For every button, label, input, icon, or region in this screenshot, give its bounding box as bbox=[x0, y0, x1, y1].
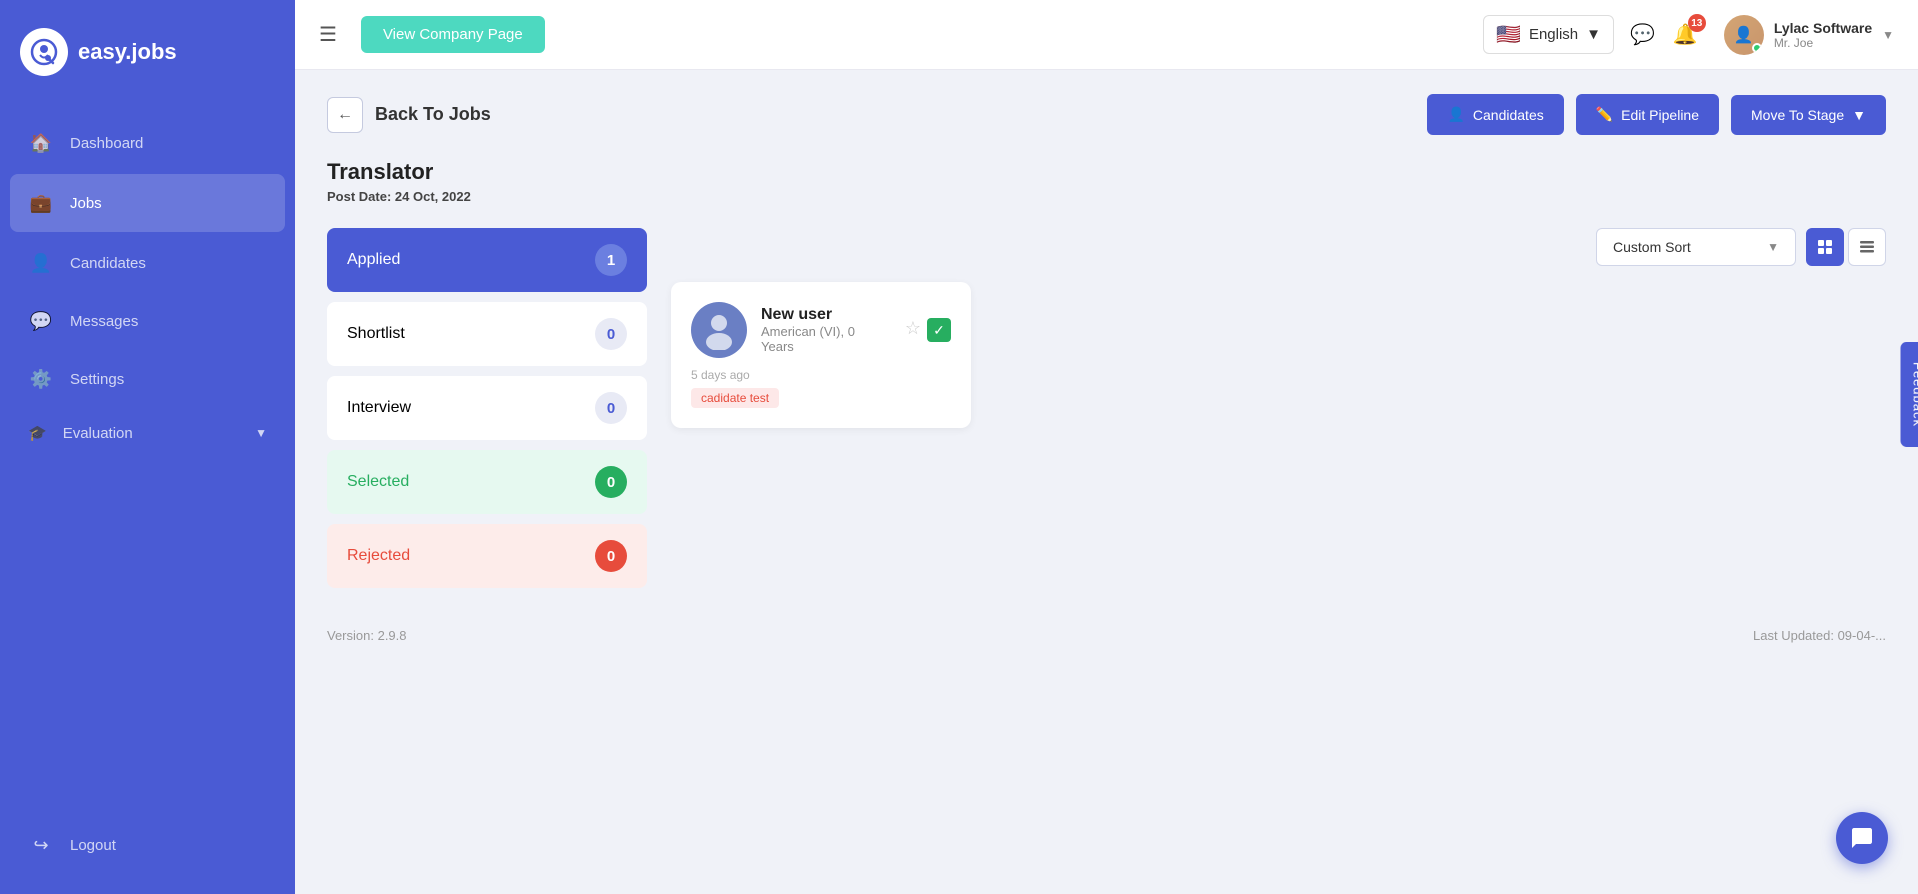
online-dot bbox=[1752, 43, 1762, 53]
candidate-time: 5 days ago bbox=[691, 368, 951, 382]
topbar: ☰ View Company Page 🇺🇸 English ▼ 💬 🔔 13 … bbox=[295, 0, 1918, 70]
avatar: 👤 bbox=[1724, 15, 1764, 55]
messages-icon: 💬 bbox=[28, 308, 54, 334]
user-company: Lylac Software bbox=[1774, 20, 1872, 36]
candidates-button[interactable]: 👤 Candidates bbox=[1427, 94, 1563, 135]
content-header: ← Back To Jobs 👤 Candidates ✏️ Edit Pipe… bbox=[327, 94, 1886, 135]
sort-select[interactable]: Custom Sort ▼ bbox=[1596, 228, 1796, 266]
home-icon: 🏠 bbox=[28, 130, 54, 156]
job-info: Translator Post Date: 24 Oct, 2022 bbox=[327, 159, 1886, 204]
chat-bubble-button[interactable] bbox=[1836, 812, 1888, 864]
candidate-tag: cadidate test bbox=[691, 388, 779, 408]
job-postdate: Post Date: 24 Oct, 2022 bbox=[327, 189, 1886, 204]
candidate-card: New user American (VI), 0 Years ☆ ✓ 5 bbox=[671, 282, 971, 428]
check-icon[interactable]: ✓ bbox=[927, 318, 951, 342]
candidates-panel: Custom Sort ▼ bbox=[671, 228, 1886, 428]
stage-selected[interactable]: Selected 0 bbox=[327, 450, 647, 514]
sidebar-item-logout[interactable]: ↪ Logout bbox=[0, 816, 295, 874]
sidebar: easy.jobs 🏠 Dashboard 💼 Jobs 👤 Candidate… bbox=[0, 0, 295, 894]
candidates-toolbar: Custom Sort ▼ bbox=[671, 228, 1886, 266]
main-area: ☰ View Company Page 🇺🇸 English ▼ 💬 🔔 13 … bbox=[295, 0, 1918, 894]
sidebar-item-jobs[interactable]: 💼 Jobs bbox=[10, 174, 285, 232]
notifications-icon[interactable]: 🔔 13 bbox=[1673, 22, 1698, 47]
app-name: easy.jobs bbox=[78, 39, 177, 65]
candidates-btn-icon: 👤 bbox=[1447, 106, 1464, 123]
sidebar-item-settings[interactable]: ⚙️ Settings bbox=[0, 350, 295, 408]
sidebar-item-messages[interactable]: 💬 Messages bbox=[0, 292, 295, 350]
sidebar-item-candidates[interactable]: 👤 Candidates bbox=[0, 234, 295, 292]
language-chevron-icon: ▼ bbox=[1586, 26, 1601, 43]
sidebar-logo: easy.jobs bbox=[0, 0, 295, 104]
move-to-stage-button[interactable]: Move To Stage ▼ bbox=[1731, 95, 1886, 135]
settings-icon: ⚙️ bbox=[28, 366, 54, 392]
stage-applied[interactable]: Applied 1 bbox=[327, 228, 647, 292]
flag-icon: 🇺🇸 bbox=[1496, 22, 1521, 47]
view-company-button[interactable]: View Company Page bbox=[361, 16, 545, 53]
star-icon[interactable]: ☆ bbox=[905, 318, 921, 342]
job-title: Translator bbox=[327, 159, 1886, 185]
user-name: Mr. Joe bbox=[1774, 36, 1872, 50]
sort-label: Custom Sort bbox=[1613, 239, 1691, 255]
view-toggle bbox=[1806, 228, 1886, 266]
sidebar-nav: 🏠 Dashboard 💼 Jobs 👤 Candidates 💬 Messag… bbox=[0, 104, 295, 796]
evaluation-icon: 🎓 bbox=[28, 424, 47, 442]
sort-chevron-icon: ▼ bbox=[1767, 240, 1779, 254]
candidate-location: American (VI), 0 Years bbox=[761, 324, 891, 354]
user-menu[interactable]: 👤 Lylac Software Mr. Joe ▼ bbox=[1724, 15, 1894, 55]
header-buttons: 👤 Candidates ✏️ Edit Pipeline Move To St… bbox=[1427, 94, 1886, 135]
feedback-tab[interactable]: Feedback bbox=[1901, 342, 1918, 447]
app-logo-icon bbox=[20, 28, 68, 76]
version-text: Version: 2.9.8 bbox=[327, 628, 407, 643]
list-view-button[interactable] bbox=[1848, 228, 1886, 266]
language-label: English bbox=[1529, 26, 1578, 43]
stage-rejected[interactable]: Rejected 0 bbox=[327, 524, 647, 588]
content-area: ← Back To Jobs 👤 Candidates ✏️ Edit Pipe… bbox=[295, 70, 1918, 894]
language-selector[interactable]: 🇺🇸 English ▼ bbox=[1483, 15, 1614, 54]
candidate-avatar bbox=[691, 302, 747, 358]
chat-icon[interactable]: 💬 bbox=[1630, 22, 1655, 47]
notification-badge: 13 bbox=[1688, 14, 1706, 32]
sidebar-item-evaluation[interactable]: 🎓 Evaluation ▼ bbox=[0, 408, 295, 458]
topbar-icons: 💬 🔔 13 bbox=[1630, 22, 1698, 47]
sidebar-bottom: ↪ Logout bbox=[0, 796, 295, 894]
user-menu-chevron-icon: ▼ bbox=[1882, 28, 1894, 42]
candidate-actions: ☆ ✓ bbox=[905, 318, 951, 342]
stage-shortlist[interactable]: Shortlist 0 bbox=[327, 302, 647, 366]
candidate-footer: 5 days ago cadidate test bbox=[691, 368, 951, 408]
stage-interview[interactable]: Interview 0 bbox=[327, 376, 647, 440]
candidate-name: New user bbox=[761, 306, 891, 324]
last-updated-text: Last Updated: 09-04-... bbox=[1753, 628, 1886, 643]
logout-icon: ↪ bbox=[28, 832, 54, 858]
grid-view-button[interactable] bbox=[1806, 228, 1844, 266]
candidates-icon: 👤 bbox=[28, 250, 54, 276]
sidebar-item-dashboard[interactable]: 🏠 Dashboard bbox=[0, 114, 295, 172]
back-navigation[interactable]: ← Back To Jobs bbox=[327, 97, 491, 133]
pipeline-area: Applied 1 Shortlist 0 Interview 0 Select… bbox=[327, 228, 1886, 588]
edit-pipeline-button[interactable]: ✏️ Edit Pipeline bbox=[1576, 94, 1719, 135]
menu-icon[interactable]: ☰ bbox=[319, 22, 337, 47]
back-label: Back To Jobs bbox=[375, 104, 491, 125]
jobs-icon: 💼 bbox=[28, 190, 54, 216]
edit-pipeline-icon: ✏️ bbox=[1596, 106, 1613, 123]
evaluation-chevron-icon: ▼ bbox=[255, 426, 267, 440]
candidate-card-header: New user American (VI), 0 Years ☆ ✓ bbox=[691, 302, 951, 358]
content-footer: Version: 2.9.8 Last Updated: 09-04-... bbox=[327, 628, 1886, 643]
stage-list: Applied 1 Shortlist 0 Interview 0 Select… bbox=[327, 228, 647, 588]
back-arrow-icon[interactable]: ← bbox=[327, 97, 363, 133]
move-to-stage-chevron-icon: ▼ bbox=[1852, 107, 1866, 123]
